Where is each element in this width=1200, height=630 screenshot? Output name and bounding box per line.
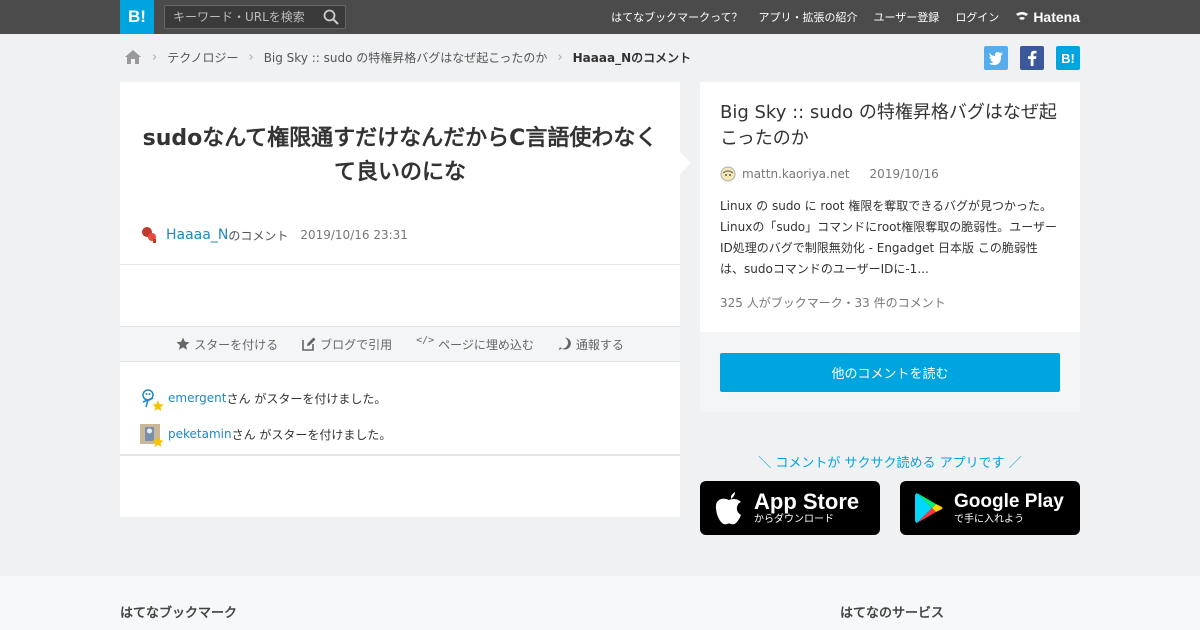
hatena-brand-text: Hatena	[1033, 9, 1080, 25]
star-text: さん がスターを付けました。	[226, 391, 387, 406]
entry-panel: Big Sky :: sudo の特権昇格バグはなぜ起こったのか mattn.k…	[700, 82, 1080, 412]
nav-about[interactable]: はてなブックマークって？	[611, 9, 742, 25]
breadcrumb-chevron-icon: ›	[152, 49, 158, 65]
breadcrumb-chevron-icon: ›	[248, 49, 254, 65]
comment-user-link[interactable]: Haaaa_N	[166, 227, 228, 243]
search-box	[164, 5, 346, 29]
google-play-subtitle: で手に入れよう	[954, 514, 1024, 525]
comment-text: sudoなんて権限通すだけなんだからC言語使わなくて良いのにな	[142, 126, 658, 185]
hatena-brand-link[interactable]: Hatena	[1015, 9, 1080, 25]
comment-meta: Haaaa_N のコメント 2019/10/16 23:31	[140, 224, 408, 246]
google-play-icon	[915, 493, 943, 523]
alert-icon	[558, 337, 571, 350]
card-pointer-arrow	[680, 152, 691, 174]
comment-timestamp[interactable]: 2019/10/16 23:31	[300, 228, 408, 242]
entry-domain-link[interactable]: mattn.kaoriya.net	[742, 167, 850, 181]
blog-quote-button[interactable]: ブログで引用	[302, 336, 392, 353]
home-icon[interactable]	[124, 49, 142, 65]
breadcrumb-entry[interactable]: Big Sky :: sudo の特権昇格バグはなぜ起こったのか	[264, 49, 548, 66]
entry-stats-link[interactable]: 325 人がブックマーク・33 件のコメント	[720, 294, 946, 311]
entry-description: Linux の sudo に root 権限を奪取できるバグが見つかった。 Li…	[720, 199, 1057, 276]
star-text: さん がスターを付けました。	[231, 427, 392, 442]
yellow-star-icon	[152, 400, 164, 411]
app-promo-text: ＼ コメントが サクサク読める アプリです ／	[758, 456, 1022, 471]
list-item: peketamin さん がスターを付けました。	[140, 416, 391, 452]
nav-login[interactable]: ログイン	[955, 9, 999, 25]
search-input[interactable]	[165, 6, 315, 28]
app-store-button[interactable]: App Store からダウンロード	[700, 481, 880, 535]
entry-date: 2019/10/16	[869, 167, 939, 181]
twitter-share-button[interactable]	[984, 46, 1008, 70]
facebook-share-button[interactable]	[1020, 46, 1044, 70]
app-store-title: App Store	[754, 489, 860, 514]
hatena-bookmark-share-button[interactable]: B!	[1056, 46, 1080, 70]
read-other-comments-button[interactable]: 他のコメントを読む	[720, 353, 1060, 392]
user-avatar[interactable]	[140, 388, 164, 411]
apple-icon	[715, 492, 741, 525]
header-nav: はてなブックマークって？ アプリ・拡張の紹介 ユーザー登録 ログイン Haten…	[611, 0, 1080, 34]
divider	[120, 454, 680, 456]
star-user-link[interactable]: emergent	[168, 391, 227, 405]
google-play-title: Google Play	[954, 491, 1064, 512]
list-item: emergent さん がスターを付けました。	[140, 380, 391, 416]
entry-panel-footer: 他のコメントを読む	[700, 332, 1080, 412]
hatena-bookmark-logo[interactable]: B!	[120, 0, 154, 34]
entry-title-link[interactable]: Big Sky :: sudo の特権昇格バグはなぜ起こったのか	[720, 100, 1065, 152]
search-icon[interactable]	[323, 9, 339, 25]
code-icon: </>	[416, 334, 435, 346]
nav-register[interactable]: ユーザー登録	[874, 9, 940, 25]
breadcrumb-chevron-icon: ›	[557, 49, 563, 65]
embed-label: ページに埋め込む	[438, 337, 534, 352]
breadcrumb: › テクノロジー › Big Sky :: sudo の特権昇格バグはなぜ起こっ…	[124, 47, 691, 67]
top-bar: B! はてなブックマークって？ アプリ・拡張の紹介 ユーザー登録 ログイン Ha…	[0, 0, 1200, 34]
divider	[120, 264, 680, 265]
nav-apps[interactable]: アプリ・拡張の紹介	[759, 9, 858, 25]
blog-quote-label: ブログで引用	[320, 337, 393, 352]
embed-button[interactable]: </> ページに埋め込む	[416, 334, 534, 353]
app-store-subtitle: からダウンロード	[754, 514, 834, 525]
facebook-icon	[1028, 50, 1037, 66]
footer-heading-services: はてなのサービス	[840, 606, 945, 621]
entry-meta: mattn.kaoriya.net 2019/10/16	[720, 166, 939, 182]
google-play-button[interactable]: Google Play で手に入れよう	[900, 481, 1080, 535]
comment-card: sudoなんて権限通すだけなんだからC言語使わなくて良いのにな Haaaa_N …	[120, 82, 680, 517]
footer-heading-bookmark: はてなブックマーク	[120, 606, 238, 621]
report-button[interactable]: 通報する	[558, 336, 624, 353]
add-star-label: スターを付ける	[194, 337, 279, 352]
site-favicon-icon	[720, 166, 736, 182]
footer: はてなブックマーク はてなのサービス	[0, 576, 1200, 630]
add-star-button[interactable]: スターを付ける	[176, 336, 278, 353]
star-icon	[176, 337, 190, 350]
edit-icon	[302, 337, 316, 351]
breadcrumb-category[interactable]: テクノロジー	[167, 49, 238, 66]
comment-action-bar: スターを付ける ブログで引用 </> ページに埋め込む 通報する	[120, 326, 680, 362]
yellow-star-icon	[152, 436, 164, 447]
comment-suffix: のコメント	[228, 228, 289, 243]
breadcrumb-current: Haaaa_Nのコメント	[572, 50, 692, 65]
star-list: emergent さん がスターを付けました。 peketamin さん がスタ…	[140, 380, 391, 452]
share-buttons: B!	[984, 46, 1080, 70]
report-label: 通報する	[575, 337, 624, 352]
twitter-icon	[989, 52, 1003, 65]
star-user-link[interactable]: peketamin	[168, 427, 232, 441]
user-avatar[interactable]	[140, 424, 164, 447]
hatena-logo-icon	[1016, 12, 1029, 20]
user-avatar-icon[interactable]	[140, 226, 158, 244]
